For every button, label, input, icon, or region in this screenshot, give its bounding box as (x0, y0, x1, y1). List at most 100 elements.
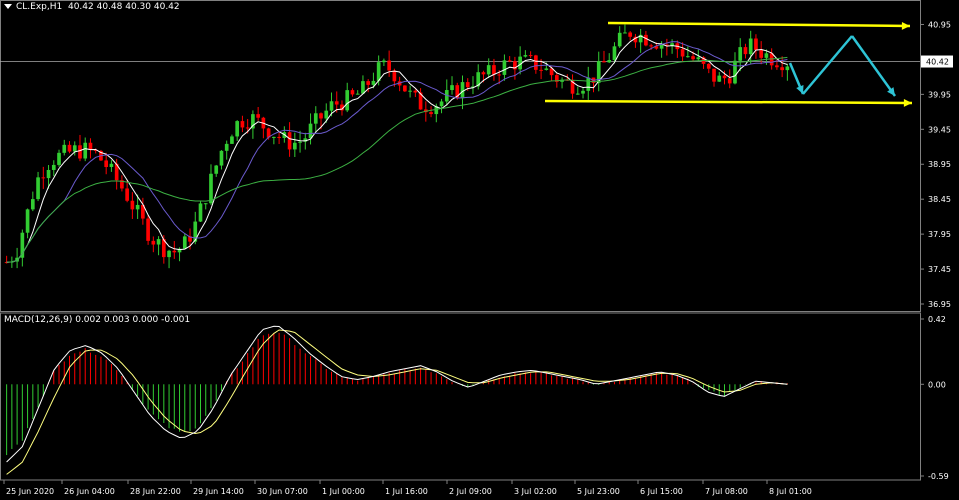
candle-body (387, 60, 391, 71)
candle-body (575, 93, 580, 95)
candle-body (717, 75, 722, 82)
candle-body (46, 169, 51, 179)
macd-tick-label: 0.42 (928, 315, 946, 324)
candle-body (78, 145, 82, 159)
time-tick-label: 6 Jul 15:00 (640, 487, 683, 496)
candle-body (759, 49, 764, 58)
ohlc-values: 40.42 40.48 40.30 40.42 (67, 2, 180, 12)
chart-header: CL.Exp,H1 40.42 40.48 40.30 40.42 (4, 2, 180, 12)
candle-body (544, 68, 549, 70)
candle-body (350, 90, 355, 95)
time-tick-label: 2 Jul 09:00 (449, 487, 492, 496)
time-tick-label: 7 Jul 08:00 (705, 487, 748, 496)
candle-body (481, 72, 486, 75)
projection-arrow-2 (850, 35, 897, 97)
candle-body (523, 55, 528, 57)
candle-body (617, 32, 622, 47)
price-tick-label: 39.95 (928, 90, 951, 99)
candle-body (706, 63, 711, 69)
resistance-arrow-head (901, 22, 910, 30)
candle-body (586, 77, 591, 91)
dropdown-triangle-icon[interactable] (4, 4, 12, 9)
resistance-arrow (607, 21, 911, 28)
candle-body (738, 47, 743, 61)
candle-body (743, 47, 748, 55)
candle-body (764, 53, 769, 58)
candle-body (623, 32, 627, 34)
candle-body (382, 60, 386, 63)
candle-body (685, 56, 690, 58)
price-chart-svg: 40.95 39.95 39.45 38.95 38.45 37.95 37.45 36.95… (0, 0, 953, 496)
candle-body (465, 82, 470, 88)
candle-body (214, 165, 219, 174)
candle-body (727, 78, 732, 84)
candle-body (366, 81, 371, 85)
candle-body (748, 38, 753, 55)
candle-body (235, 121, 240, 137)
candle-body (67, 144, 72, 152)
candle-body (298, 141, 302, 143)
candle-body (345, 90, 350, 111)
candle-body (376, 62, 381, 81)
time-tick-label: 1 Jul 00:00 (322, 487, 365, 496)
candle-body (272, 136, 276, 138)
macd-header: MACD(12,26,9) 0.002 0.003 0.000 -0.001 (4, 315, 191, 325)
candle-body (62, 144, 67, 153)
candle-body (539, 69, 543, 71)
candle-body (581, 90, 585, 94)
candle-body (203, 203, 208, 205)
candle-body (785, 66, 790, 71)
candle-body (680, 49, 685, 57)
projection-segment-1 (802, 35, 853, 95)
candle-body (612, 46, 617, 61)
candle-body (287, 132, 292, 150)
candle-body (733, 60, 737, 84)
time-tick-label: 25 Jun 2020 (6, 487, 54, 496)
candle-body (392, 70, 397, 82)
candle-body (696, 57, 701, 60)
price-pane-border (0, 0, 921, 312)
candle-body (319, 113, 323, 119)
candle-body (775, 65, 779, 68)
candle-body (492, 65, 496, 75)
macd-tick-label: -0.59 (928, 472, 949, 481)
candle-body (313, 113, 318, 124)
candle-body (83, 142, 88, 159)
candle-body (109, 163, 114, 167)
candle-body (355, 93, 360, 95)
candle-body (534, 55, 538, 70)
time-tick-label: 30 Jun 07:00 (257, 487, 308, 496)
time-tick-label: 26 Jun 04:00 (64, 487, 115, 496)
time-tick-label: 28 Jun 22:00 (130, 487, 181, 496)
macd-pane-border (0, 312, 921, 481)
candle-body (324, 110, 329, 119)
candle-body (528, 55, 533, 57)
candle-body (36, 177, 40, 200)
candle-body (57, 152, 61, 165)
candle-body (644, 34, 648, 46)
support-arrow-head (903, 99, 912, 107)
candle-body (125, 188, 129, 201)
candle-body (30, 199, 35, 210)
macd-main-line (6, 325, 788, 463)
candle-body (146, 218, 150, 241)
candle-body (277, 136, 281, 138)
candle-body (691, 56, 695, 60)
candle-body (334, 101, 339, 105)
candle-body (408, 90, 412, 92)
candle-body (649, 45, 653, 47)
candle-body (602, 61, 606, 63)
price-tick-label: 37.95 (928, 230, 951, 239)
price-tick-label: 40.95 (928, 20, 951, 29)
candle-body (371, 80, 376, 85)
candle-body (245, 127, 250, 129)
candle-body (628, 32, 633, 37)
candle-body (780, 67, 784, 71)
candle-body (156, 239, 161, 245)
time-tick-label: 29 Jun 14:00 (193, 487, 244, 496)
candle-body (41, 177, 46, 179)
price-tick-label: 38.95 (928, 160, 951, 169)
candle-body (219, 150, 224, 166)
candle-body (450, 85, 454, 91)
candle-body (224, 143, 229, 151)
